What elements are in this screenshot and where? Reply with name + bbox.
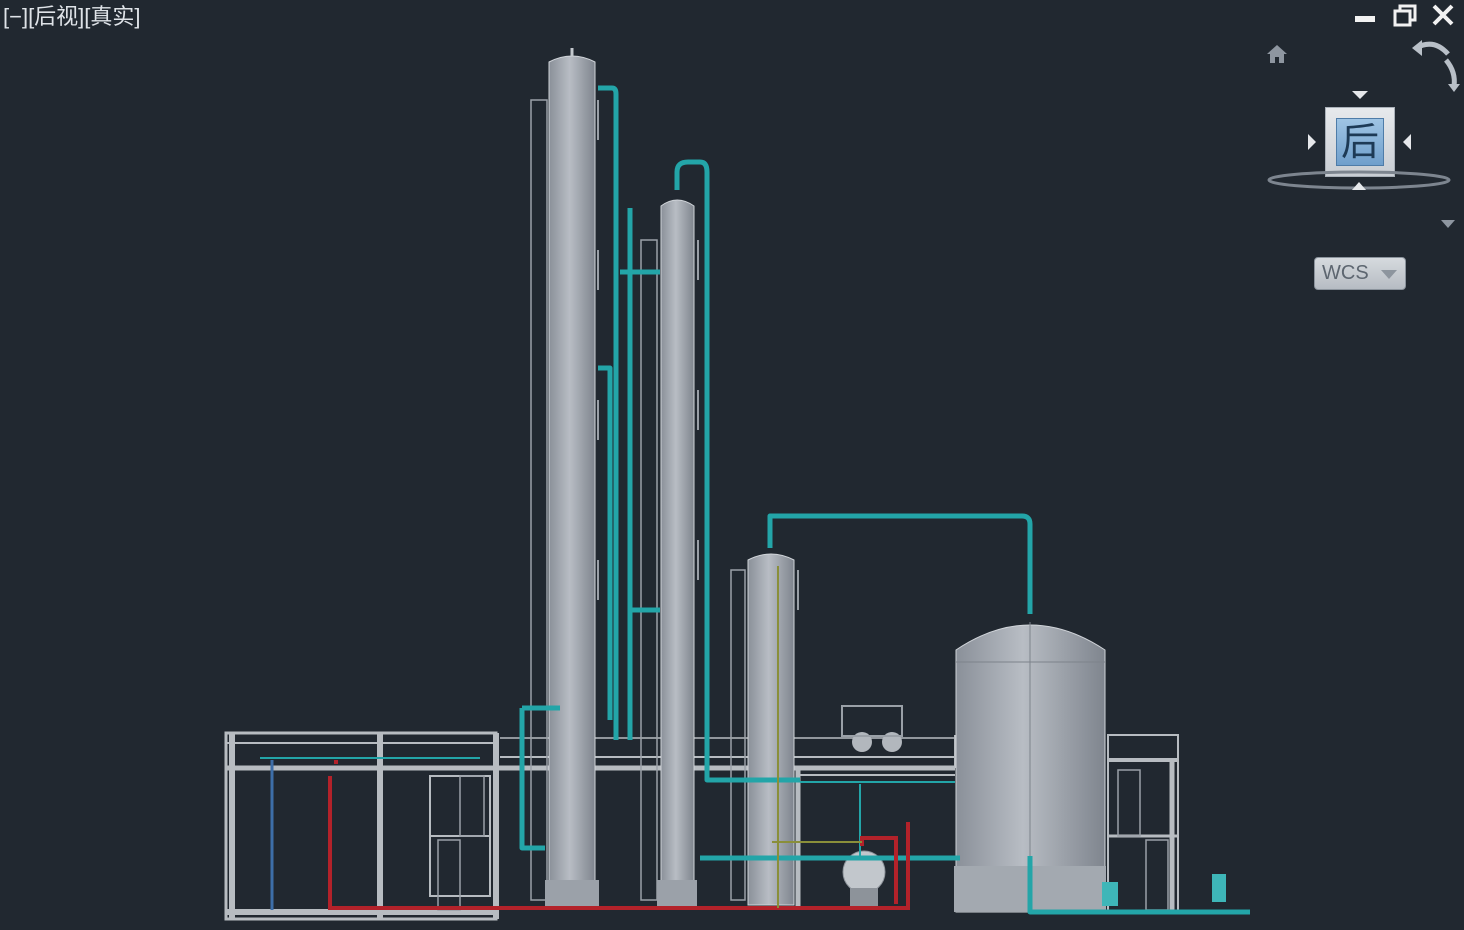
process-piping-red	[328, 760, 910, 910]
process-piping-teal	[519, 85, 1250, 915]
chevron-down-icon	[1381, 270, 1397, 279]
arrow-left-icon[interactable]	[1306, 132, 1318, 152]
vessel-column-1	[545, 48, 599, 908]
ucs-label: WCS	[1322, 262, 1369, 284]
home-icon[interactable]	[1266, 43, 1288, 65]
arrow-up-icon[interactable]	[1350, 89, 1370, 101]
viewcube[interactable]: 后	[1326, 108, 1394, 176]
rotate-icon[interactable]	[1408, 36, 1464, 94]
arrow-right-icon[interactable]	[1401, 132, 1413, 152]
vessel-column-3	[747, 553, 795, 906]
plant-3d-model[interactable]	[0, 0, 1464, 930]
vessel-column-2	[657, 199, 697, 908]
viewcube-menu-icon[interactable]	[1441, 220, 1455, 228]
ucs-menu-button[interactable]: WCS	[1314, 257, 1406, 290]
compass-ring-icon[interactable]	[1266, 168, 1452, 196]
process-piping-teal-thin	[260, 757, 955, 860]
viewcube-face-label[interactable]: 后	[1336, 118, 1384, 166]
